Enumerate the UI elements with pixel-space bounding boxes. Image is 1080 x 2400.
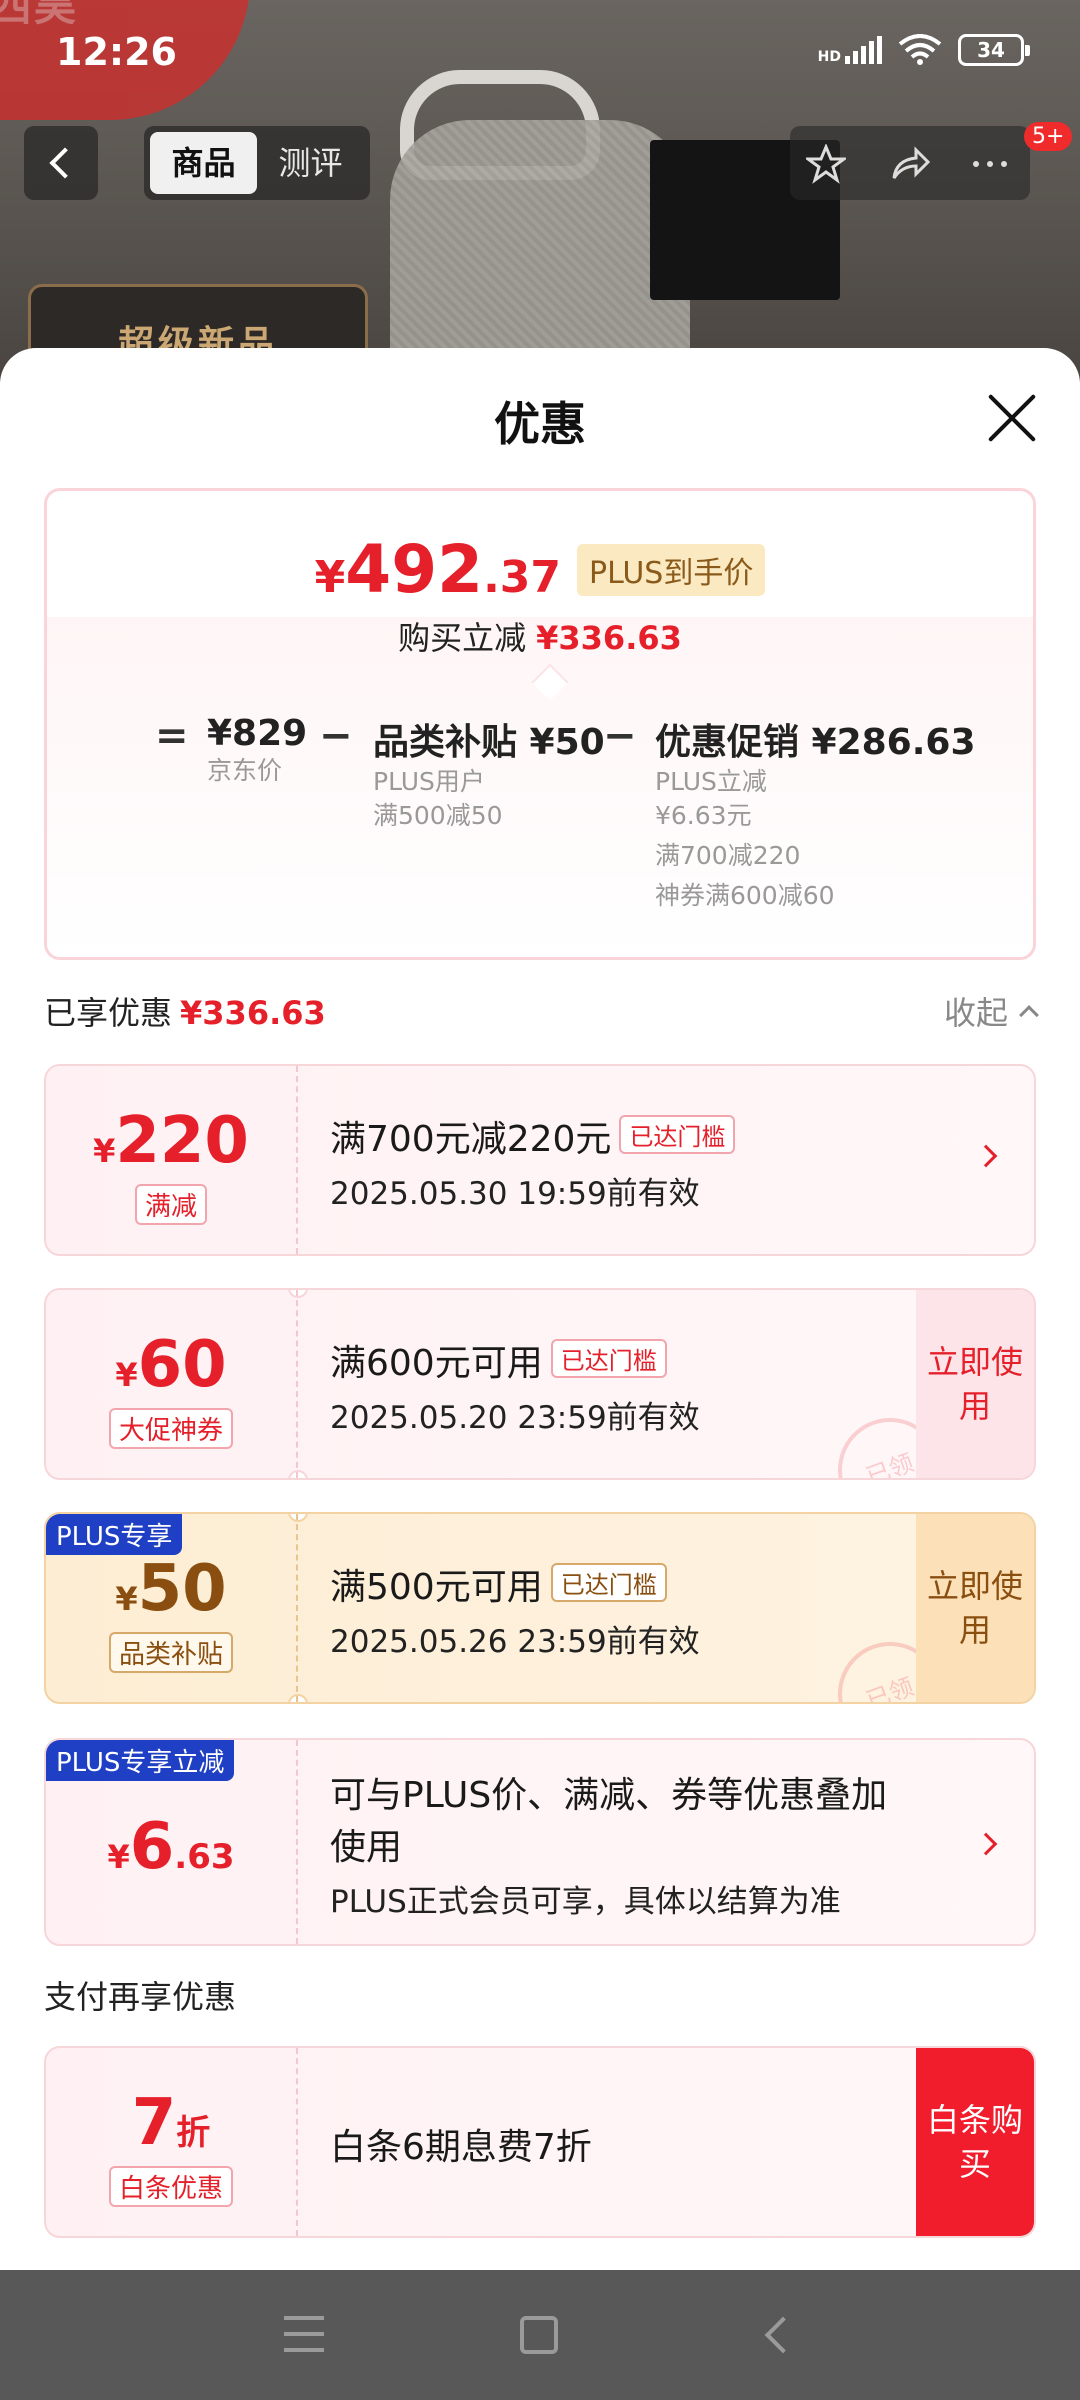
- chevron-right-icon[interactable]: [974, 1832, 998, 1856]
- coupon-type: 满减: [134, 1184, 207, 1225]
- enjoyed-discount-header: 已享优惠 ¥336.63 收起: [44, 988, 1039, 1038]
- plus-price-tag: PLUS到手价: [577, 543, 766, 596]
- plus-exclusive-badge: PLUS专享: [46, 1514, 183, 1555]
- buy-discount-row: 购买立减 ¥336.63: [398, 619, 682, 657]
- coupon-title-line1: 可与PLUS价、满减、券等优惠叠加: [330, 1775, 888, 1816]
- coupon-type: 大促神券: [108, 1408, 233, 1449]
- coupon-desc: PLUS正式会员可享，具体以结算为准: [330, 1884, 841, 1920]
- coupon-full-reduction[interactable]: ¥220 满减 满700元减220元 已达门槛 2025.05.30 19:59前…: [44, 1064, 1036, 1256]
- baitiao-offer: 7折 白条优惠 白条6期息费7折 白条购买: [44, 2046, 1036, 2238]
- threshold-badge: 已达门槛: [550, 1339, 667, 1378]
- battery-icon: 34: [958, 34, 1030, 66]
- summary-notch: [531, 663, 569, 701]
- jd-price-col: ¥829 京东价: [207, 713, 308, 785]
- status-bar: 12:26 HD 34: [0, 0, 1080, 110]
- coupon-category-subsidy: ¥50 品类补贴 PLUS专享 满500元可用 已达门槛 2025.05.26 2…: [44, 1512, 1036, 1704]
- threshold-badge: 已达门槛: [550, 1563, 667, 1602]
- status-time: 12:26: [56, 30, 177, 74]
- coupon-type: 品类补贴: [108, 1632, 233, 1673]
- coupon-promo: ¥60 大促神券 满600元可用 已达门槛 2025.05.20 23:59前有效…: [44, 1288, 1036, 1480]
- product-image: [390, 120, 690, 380]
- star-icon[interactable]: [806, 144, 846, 184]
- use-now-button[interactable]: 立即使用: [916, 1514, 1034, 1702]
- promotion-col: 优惠促销 ¥286.63 PLUS立减 ¥6.63元 满700减220 神券满6…: [655, 722, 976, 910]
- coupon-expiry: 2025.05.30 19:59前有效: [330, 1176, 700, 1212]
- coupon-expiry: 2025.05.20 23:59前有效: [330, 1400, 700, 1436]
- chevron-up-icon: [1019, 1005, 1039, 1025]
- more-icon[interactable]: [970, 144, 1010, 184]
- coupon-expiry: 2025.05.26 23:59前有效: [330, 1624, 700, 1660]
- discount-sheet: 优惠 ¥492.37 PLUS到手价 购买立减 ¥336.63 = ¥829 京东…: [0, 348, 1080, 2270]
- page-tabs: 商品 测评: [144, 126, 370, 200]
- coupon-title: 满600元可用: [330, 1343, 543, 1384]
- final-price: ¥492.37: [314, 531, 562, 608]
- coupon-title: 满700元减220元: [330, 1119, 612, 1160]
- pay-offer-desc: 白条6期息费7折: [330, 2127, 592, 2168]
- sheet-title: 优惠: [494, 397, 586, 451]
- coupon-plus-reduction[interactable]: ¥6.63 PLUS专享立减 可与PLUS价、满减、券等优惠叠加 使用 PLUS…: [44, 1738, 1036, 1946]
- pay-discount-header: 支付再享优惠: [44, 1978, 237, 2016]
- tab-review[interactable]: 测评: [257, 132, 364, 194]
- coupon-type: 白条优惠: [108, 2166, 233, 2207]
- close-icon[interactable]: [986, 392, 1038, 444]
- share-icon[interactable]: [890, 144, 930, 184]
- threshold-badge: 已达门槛: [619, 1115, 736, 1154]
- wifi-icon: [898, 34, 942, 65]
- chevron-right-icon[interactable]: [974, 1144, 998, 1168]
- back-icon[interactable]: [764, 2316, 802, 2354]
- signal-icon: HD: [818, 36, 882, 64]
- back-button[interactable]: [24, 126, 98, 200]
- top-actions: [790, 126, 1030, 200]
- plus-exclusive-badge: PLUS专享立减: [46, 1740, 235, 1781]
- baitiao-buy-button[interactable]: 白条购买: [916, 2048, 1034, 2236]
- menu-icon[interactable]: [284, 2316, 324, 2352]
- coupon-title-line2: 使用: [330, 1827, 403, 1868]
- use-now-button[interactable]: 立即使用: [916, 1290, 1034, 1478]
- coupon-title: 满500元可用: [330, 1567, 543, 1608]
- message-badge: 5+: [1024, 122, 1073, 151]
- category-subsidy-col: 品类补贴 ¥50 PLUS用户 满500减50: [373, 722, 605, 830]
- system-nav-bar: [0, 2270, 1080, 2400]
- home-icon[interactable]: [520, 2316, 558, 2354]
- price-summary-card: ¥492.37 PLUS到手价 购买立减 ¥336.63 = ¥829 京东价 −…: [44, 488, 1036, 960]
- tab-product[interactable]: 商品: [150, 132, 257, 194]
- collapse-button[interactable]: 收起: [944, 988, 1039, 1034]
